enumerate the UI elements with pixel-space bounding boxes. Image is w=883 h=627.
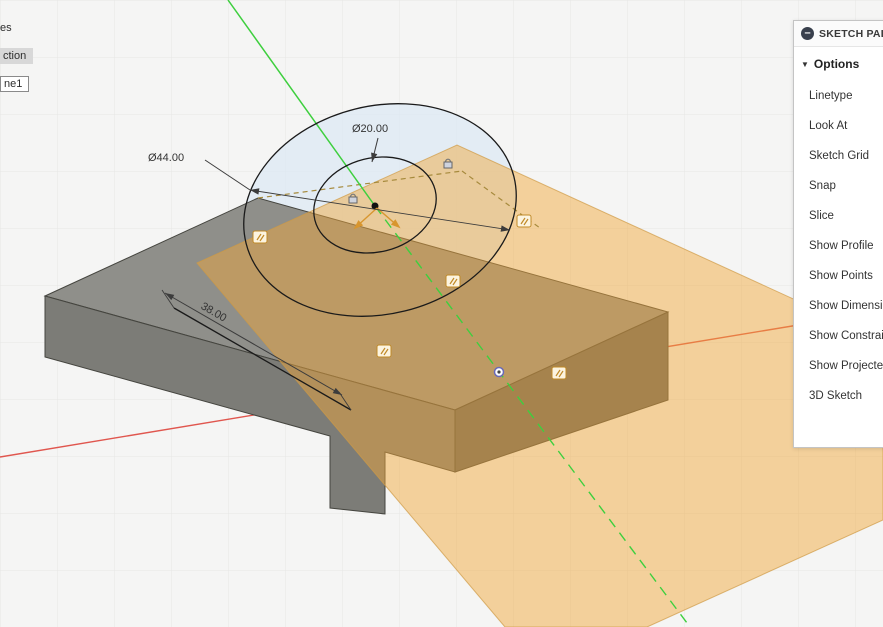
palette-item-look-at[interactable]: Look At [794,111,883,141]
browser-item-fragment-boxed[interactable]: ne1 [0,76,29,92]
sketch-palette[interactable]: – SKETCH PAL ▼ Options Linetype Look At … [793,20,883,448]
dimension-circle-small-text[interactable]: Ø20.00 [352,123,388,135]
parallel-constraint-icon[interactable] [517,215,531,227]
palette-item-show-constraints[interactable]: Show Constrain [794,321,883,351]
palette-section-options[interactable]: ▼ Options [794,47,883,81]
browser-item-fragment[interactable]: es [0,22,12,34]
palette-item-linetype[interactable]: Linetype [794,81,883,111]
parallel-constraint-icon[interactable] [253,231,267,243]
parallel-constraint-icon[interactable] [377,345,391,357]
sketch-point[interactable] [495,368,504,377]
palette-minimize-icon[interactable]: – [801,27,814,40]
sketch-palette-header: – SKETCH PAL [794,21,883,47]
collapse-arrow-icon: ▼ [801,60,809,69]
parallel-constraint-icon[interactable] [552,367,566,379]
palette-item-show-dimensions[interactable]: Show Dimensio [794,291,883,321]
fusion-canvas[interactable]: 38.00 Ø44.00 Ø20.00 [0,0,883,627]
palette-section-label: Options [814,57,859,71]
dimension-circle-large-text[interactable]: Ø44.00 [148,152,184,164]
palette-item-sketch-grid[interactable]: Sketch Grid [794,141,883,171]
palette-item-snap[interactable]: Snap [794,171,883,201]
browser-item-fragment-highlighted[interactable]: ction [0,48,33,64]
palette-item-slice[interactable]: Slice [794,201,883,231]
palette-item-show-profile[interactable]: Show Profile [794,231,883,261]
parallel-constraint-icon[interactable] [446,275,460,287]
palette-item-show-projected[interactable]: Show Projected [794,351,883,381]
viewport-canvas[interactable]: 38.00 Ø44.00 Ø20.00 [0,0,883,627]
palette-title: SKETCH PAL [819,28,883,40]
palette-item-show-points[interactable]: Show Points [794,261,883,291]
palette-item-3d-sketch[interactable]: 3D Sketch [794,381,883,411]
